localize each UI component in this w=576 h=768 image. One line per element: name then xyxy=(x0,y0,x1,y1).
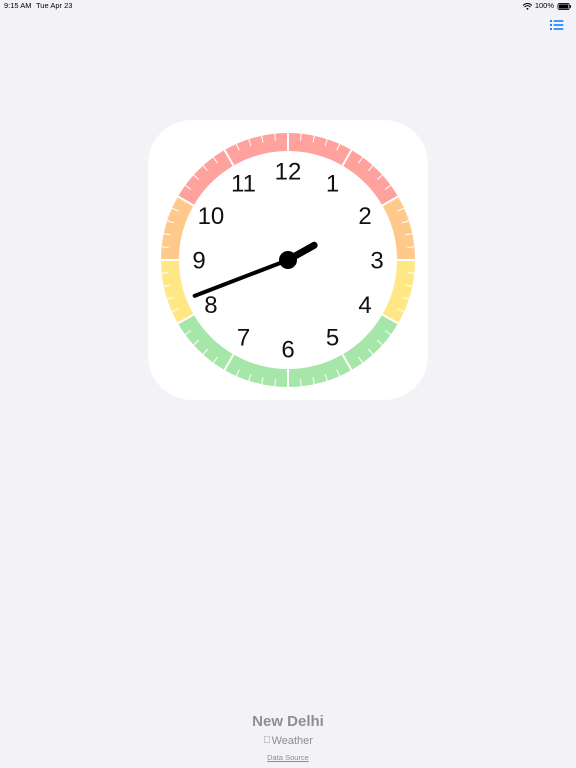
weather-brand-label: Weather xyxy=(267,735,313,747)
apple-logo-icon:  xyxy=(263,735,271,747)
list-icon xyxy=(549,19,564,31)
status-date: Tue Apr 23 xyxy=(36,1,73,10)
battery-full-icon xyxy=(557,2,572,10)
clock-numeral-6: 6 xyxy=(281,337,294,364)
clock-face: 12 12 3 45 6 78 9 1011 xyxy=(161,133,415,387)
minute-hand xyxy=(192,258,290,298)
clock-numeral-8: 8 xyxy=(204,292,217,319)
clock-numeral-9: 9 xyxy=(192,248,205,275)
city-name: New Delhi xyxy=(252,713,324,730)
list-button[interactable] xyxy=(549,18,565,32)
clock-numeral-5: 5 xyxy=(326,325,339,352)
clock-numeral-12: 12 xyxy=(275,159,302,186)
clock-widget: 12 1 2 3 4 5 6 7 8 9 10 11 xyxy=(148,120,428,400)
status-indicators: 100% xyxy=(522,0,572,12)
data-source-link[interactable]: Data Source xyxy=(267,753,309,763)
clock-numeral-1: 1 xyxy=(326,170,339,197)
clock-band-4 xyxy=(161,260,194,324)
footer: New Delhi  Weather Data Source xyxy=(0,712,576,765)
clock-numeral-2: 2 xyxy=(358,203,371,230)
status-bar: 9:15 AM Tue Apr 23 100% xyxy=(0,0,576,12)
clock-numeral-10: 10 xyxy=(198,203,225,230)
clock-band-1 xyxy=(382,196,415,260)
clock-center-pin xyxy=(279,251,297,269)
clock-numeral-11: 11 xyxy=(231,170,256,197)
battery-percentage: 100% xyxy=(534,1,554,10)
clock-numeral-7: 7 xyxy=(237,325,250,352)
status-time: 9:15 AM xyxy=(4,1,32,10)
weather-brand:  Weather xyxy=(0,735,576,747)
clock-band-5 xyxy=(161,196,194,260)
clock-numeral-3: 3 xyxy=(370,248,383,275)
wifi-icon xyxy=(522,2,532,10)
clock-band-2 xyxy=(382,260,415,324)
clock-numeral-4: 4 xyxy=(358,292,371,319)
